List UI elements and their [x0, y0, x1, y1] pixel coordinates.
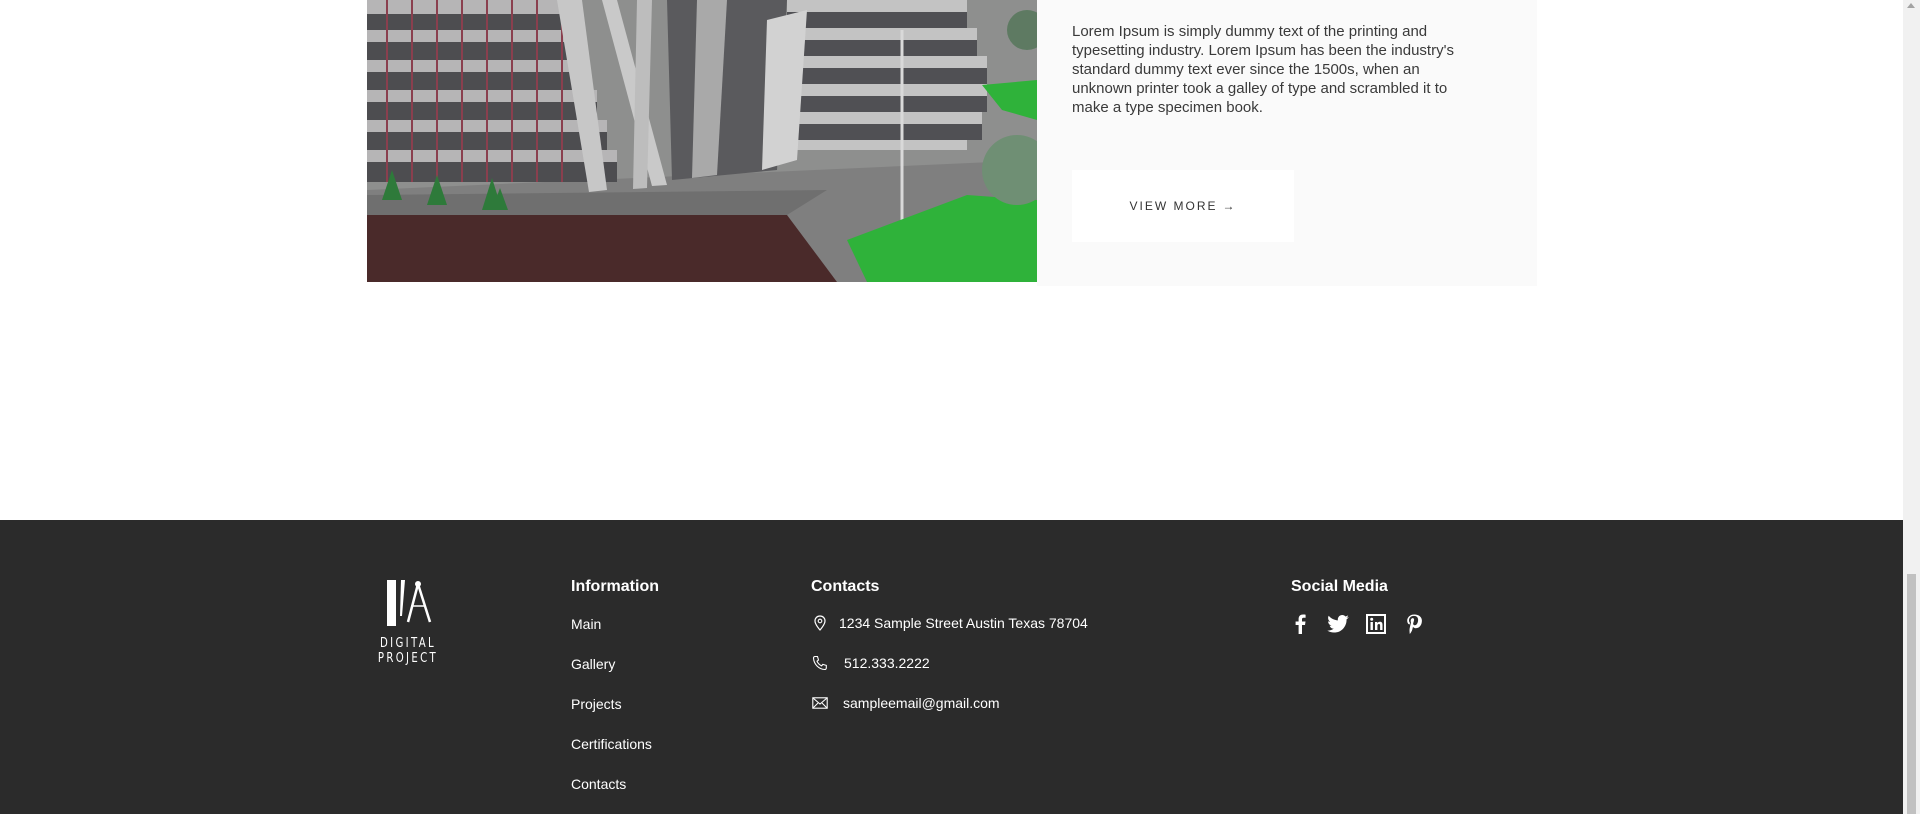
compass-ruler-icon — [387, 580, 432, 626]
location-pin-icon — [811, 614, 829, 632]
pinterest-icon[interactable] — [1402, 612, 1426, 636]
page: Lorem Ipsum is simply dummy text of the … — [0, 0, 1903, 814]
contact-phone[interactable]: 512.333.2222 — [811, 654, 930, 672]
footer: DIGITAL PROJECT Information Main Gallery… — [0, 520, 1903, 814]
facebook-icon[interactable] — [1288, 612, 1312, 636]
phone-icon — [811, 654, 829, 672]
view-more-label: VIEW MORE — [1129, 199, 1218, 213]
contact-email-text: sampleemail@gmail.com — [843, 695, 1000, 711]
scroll-up-icon[interactable] — [1907, 3, 1915, 8]
contacts-title: Contacts — [811, 578, 880, 595]
scrollbar-thumb[interactable] — [1907, 574, 1916, 814]
contact-email[interactable]: sampleemail@gmail.com — [811, 694, 1000, 712]
information-title: Information — [571, 578, 659, 595]
twitter-icon[interactable] — [1326, 612, 1350, 636]
contact-address-text: 1234 Sample Street Austin Texas 78704 — [839, 615, 1088, 631]
social-icons — [1288, 612, 1440, 636]
footer-link-projects[interactable]: Projects — [571, 696, 622, 712]
project-description: Lorem Ipsum is simply dummy text of the … — [1072, 23, 1454, 116]
footer-link-certifications[interactable]: Certifications — [571, 736, 652, 752]
view-more-button[interactable]: VIEW MORE → — [1072, 170, 1294, 242]
project-info: Lorem Ipsum is simply dummy text of the … — [1037, 0, 1537, 286]
mail-icon — [811, 694, 829, 712]
social-media-title: Social Media — [1291, 578, 1388, 595]
vertical-scrollbar[interactable] — [1903, 0, 1920, 814]
footer-link-gallery[interactable]: Gallery — [571, 656, 615, 672]
linkedin-icon[interactable] — [1364, 612, 1388, 636]
footer-link-contacts[interactable]: Contacts — [571, 776, 626, 792]
building-illustration — [367, 0, 1037, 282]
logo[interactable]: DIGITAL PROJECT — [348, 576, 468, 666]
arrow-right-icon: → — [1222, 199, 1237, 213]
logo-text: DIGITAL PROJECT — [377, 636, 439, 666]
contact-phone-text: 512.333.2222 — [844, 655, 930, 671]
contact-address: 1234 Sample Street Austin Texas 78704 — [811, 614, 1088, 632]
project-image — [367, 0, 1037, 282]
footer-link-main[interactable]: Main — [571, 616, 601, 632]
